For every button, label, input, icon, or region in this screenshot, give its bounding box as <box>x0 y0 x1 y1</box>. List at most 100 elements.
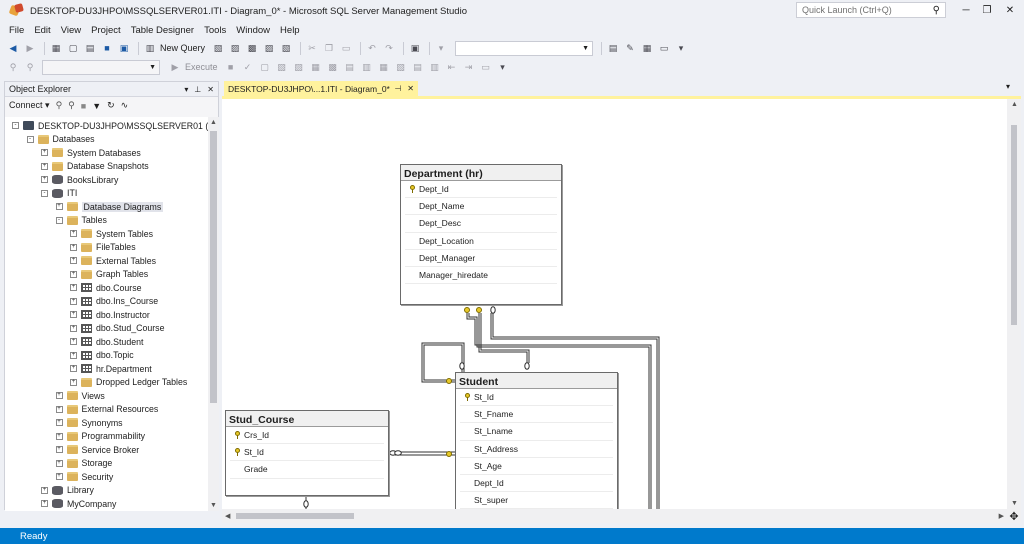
filter-icon[interactable]: ▼ <box>92 101 101 111</box>
table-column[interactable]: Dept_Id <box>405 181 557 199</box>
open-file-icon[interactable]: ▤ <box>83 42 97 55</box>
expand-icon[interactable]: + <box>70 270 77 278</box>
scroll-thumb[interactable] <box>1011 125 1017 325</box>
dmx-query-icon[interactable]: ▩ <box>245 42 259 55</box>
table-column[interactable]: St_Id <box>460 389 613 407</box>
expand-icon[interactable]: + <box>41 176 48 184</box>
scroll-right-icon[interactable]: ▶ <box>999 512 1004 520</box>
expand-icon[interactable]: + <box>70 378 77 386</box>
window-position-icon[interactable]: ▾ <box>184 85 188 94</box>
scroll-down-icon[interactable]: ▼ <box>1011 500 1018 507</box>
table-column[interactable]: Dept_Id <box>460 475 613 493</box>
tree-node[interactable]: + System Databases <box>41 146 141 160</box>
expand-icon[interactable]: + <box>41 486 48 494</box>
tree-node[interactable]: + Service Broker <box>55 443 139 457</box>
tree-node[interactable]: + dbo.Student <box>70 335 143 349</box>
pin-icon[interactable]: ⊥ <box>194 85 201 94</box>
scroll-up-icon[interactable]: ▲ <box>210 119 217 126</box>
scroll-thumb[interactable] <box>210 131 217 403</box>
tree-node[interactable]: - Databases <box>26 133 95 147</box>
scroll-thumb[interactable] <box>236 513 354 519</box>
customize-toolbar-icon[interactable]: ▾ <box>496 61 510 74</box>
menu-tools[interactable]: Tools <box>199 25 231 36</box>
tree-node[interactable]: + Views <box>55 389 105 403</box>
db-engine-query-icon[interactable]: ▧ <box>211 42 225 55</box>
diagram-vertical-scrollbar[interactable]: ▲ ▼ <box>1007 99 1021 509</box>
menu-help[interactable]: Help <box>275 25 305 36</box>
expand-icon[interactable]: + <box>70 257 77 265</box>
expand-icon[interactable]: + <box>70 297 77 305</box>
tree-node[interactable]: + dbo.Course <box>70 281 141 295</box>
table-column[interactable]: Crs_Id <box>230 427 384 445</box>
tree-node[interactable]: + dbo.Instructor <box>70 308 150 322</box>
minimize-icon[interactable]: ─ <box>955 2 977 18</box>
scroll-up-icon[interactable]: ▲ <box>1011 101 1018 108</box>
disconnect-icon[interactable]: ⚲ <box>68 100 75 111</box>
expand-icon[interactable]: + <box>41 149 48 157</box>
das-query-icon[interactable]: ▧ <box>279 42 293 55</box>
table-title[interactable]: Student <box>456 373 617 389</box>
scroll-left-icon[interactable]: ◀ <box>225 512 230 520</box>
include-plan-icon[interactable]: ▦ <box>309 61 323 74</box>
add-item-icon[interactable]: ▢ <box>66 42 80 55</box>
expand-icon[interactable]: + <box>70 243 77 251</box>
close-icon[interactable]: ✕ <box>999 2 1021 18</box>
collapse-icon[interactable]: - <box>41 189 48 197</box>
solution-configuration-select[interactable]: ▼ <box>455 40 594 56</box>
save-all-icon[interactable]: ▣ <box>117 42 131 55</box>
cut-icon[interactable]: ✂ <box>305 42 319 55</box>
tree-node[interactable]: + FileTables <box>70 241 136 255</box>
expand-icon[interactable]: + <box>55 459 63 467</box>
connect-icon[interactable]: ⚲ <box>6 61 20 74</box>
diagram-canvas[interactable]: Department (hr) Dept_Id Dept_Name Dept_Des… <box>222 99 1007 509</box>
refresh-icon[interactable]: ↻ <box>107 100 115 111</box>
close-icon[interactable]: ✕ <box>207 85 214 94</box>
tree-node[interactable]: - ITI <box>41 187 77 201</box>
table-stud-course[interactable]: Stud_Course Crs_Id St_Id Grade <box>225 410 389 496</box>
table-column[interactable]: St_Fname <box>460 406 613 424</box>
customize-toolbar-icon[interactable]: ▾ <box>674 42 688 55</box>
quick-launch-input[interactable]: Quick Launch (Ctrl+Q) ⚲ <box>796 2 946 18</box>
expand-icon[interactable]: + <box>70 365 77 373</box>
stop-icon[interactable]: ■ <box>81 101 86 111</box>
table-column[interactable]: St_super <box>460 492 613 509</box>
expand-icon[interactable]: + <box>55 392 63 400</box>
xmla-query-icon[interactable]: ▨ <box>262 42 276 55</box>
search-icon[interactable]: ⚲ <box>933 5 940 16</box>
copy-icon[interactable]: ❐ <box>322 42 336 55</box>
parse-icon[interactable]: ✓ <box>241 61 255 74</box>
restore-icon[interactable]: ❐ <box>976 2 998 18</box>
expand-icon[interactable]: + <box>55 203 63 211</box>
live-stats-icon[interactable]: ▩ <box>326 61 340 74</box>
tree-node[interactable]: + Synonyms <box>55 416 123 430</box>
table-column[interactable]: Grade <box>230 461 384 479</box>
menu-window[interactable]: Window <box>231 25 275 36</box>
uncomment-icon[interactable]: ▥ <box>428 61 442 74</box>
table-column[interactable]: Dept_Name <box>405 198 557 216</box>
redo-icon[interactable]: ↷ <box>382 42 396 55</box>
outdent-icon[interactable]: ⇤ <box>445 61 459 74</box>
menu-edit[interactable]: Edit <box>29 25 55 36</box>
results-grid-icon[interactable]: ▦ <box>377 61 391 74</box>
table-column[interactable]: Dept_Location <box>405 233 557 250</box>
toolbox-icon[interactable]: ▦ <box>640 42 654 55</box>
menu-table-designer[interactable]: Table Designer <box>126 25 199 36</box>
results-file-icon[interactable]: ▧ <box>394 61 408 74</box>
tree-node[interactable]: + Security <box>55 470 113 484</box>
tree-node[interactable]: + dbo.Stud_Course <box>70 322 164 336</box>
tree-node[interactable]: + MyCompany <box>41 497 116 511</box>
expand-icon[interactable]: + <box>70 351 77 359</box>
connect-dropdown-button[interactable]: Connect ▾ <box>9 100 50 111</box>
properties-icon[interactable]: ▤ <box>606 42 620 55</box>
table-column[interactable]: St_Lname <box>460 423 613 441</box>
tree-node[interactable]: + Database Snapshots <box>41 160 149 174</box>
specify-values-icon[interactable]: ▭ <box>479 61 493 74</box>
tree-node[interactable]: + External Tables <box>70 254 156 268</box>
diagram-horizontal-scrollbar[interactable]: ◀ ▶ <box>222 509 1007 523</box>
tab-diagram[interactable]: DESKTOP-DU3JHPO\...1.ITI - Diagram_0* ⊣ … <box>224 81 418 96</box>
available-databases-select[interactable]: ▼ <box>42 59 160 75</box>
close-tab-icon[interactable]: ✕ <box>407 84 414 93</box>
table-title[interactable]: Department (hr) <box>401 165 561 181</box>
new-query-icon[interactable]: ▥ <box>143 42 157 55</box>
intellisense-icon[interactable]: ▨ <box>292 61 306 74</box>
